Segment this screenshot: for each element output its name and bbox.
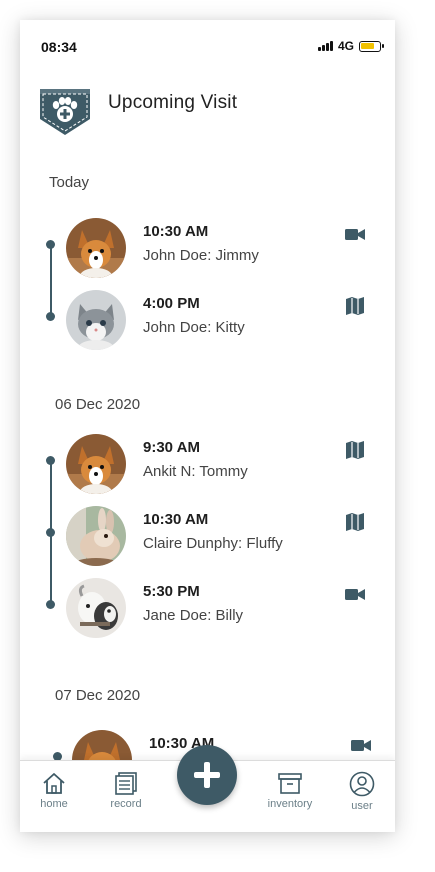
record-icon: [115, 772, 137, 795]
home-icon: [43, 773, 65, 794]
map-icon[interactable]: [344, 440, 366, 459]
appointment-client-pet: John Doe: Kitty: [143, 319, 245, 336]
network-type: 4G: [337, 39, 354, 53]
timeline-dot: [46, 528, 55, 537]
video-camera-icon[interactable]: [350, 736, 372, 754]
appointment-client-pet: Ankit N: Tommy: [143, 463, 248, 480]
video-camera-icon[interactable]: [344, 225, 366, 243]
user-icon: [349, 771, 375, 797]
timeline-dot: [46, 312, 55, 321]
appointment-time: 5:30 PM: [143, 583, 200, 600]
nav-inventory[interactable]: inventory: [264, 771, 316, 810]
video-camera-icon[interactable]: [344, 585, 366, 603]
status-indicators: 4G: [317, 39, 384, 53]
page-title: Upcoming Visit: [108, 92, 238, 113]
nav-record[interactable]: record: [106, 771, 146, 810]
pet-avatar-corgi: [66, 434, 126, 494]
appointment-time: 9:30 AM: [143, 439, 200, 456]
nav-user-label: user: [351, 800, 373, 812]
section-date: 07 Dec 2020: [55, 687, 141, 704]
appointment-time: 4:00 PM: [143, 295, 200, 312]
add-appointment-button[interactable]: [177, 745, 237, 805]
timeline-dot: [46, 240, 55, 249]
status-time: 08:34: [41, 39, 77, 55]
nav-home-label: home: [40, 798, 68, 810]
nav-record-label: record: [110, 798, 142, 810]
appointment-time: 10:30 AM: [143, 511, 209, 528]
pet-avatar-corgi: [66, 218, 126, 278]
appointment-client-pet: Jane Doe: Billy: [143, 607, 244, 624]
appointment-client-pet: John Doe: Jimmy: [143, 247, 259, 264]
signal-icon: [317, 41, 333, 51]
map-icon[interactable]: [344, 512, 366, 531]
nav-home[interactable]: home: [36, 771, 72, 810]
pet-avatar-rabbit: [66, 506, 126, 566]
timeline-line: [50, 244, 52, 317]
timeline-dot: [46, 456, 55, 465]
inventory-box-icon: [278, 773, 302, 794]
appointment-time: 10:30 AM: [143, 223, 209, 240]
section-date-today: Today: [49, 174, 90, 191]
appointment-client-pet: Claire Dunphy: Fluffy: [143, 535, 283, 552]
nav-user[interactable]: user: [344, 771, 380, 812]
paw-medical-pocket-icon: [38, 85, 92, 137]
timeline-dot: [46, 600, 55, 609]
pet-avatar-goat: [66, 578, 126, 638]
section-date: 06 Dec 2020: [55, 396, 141, 413]
status-bar: 08:34 4G: [20, 20, 395, 68]
plus-icon: [194, 762, 220, 788]
pet-avatar-kitten: [66, 290, 126, 350]
nav-inventory-label: inventory: [267, 798, 313, 810]
phone-screen: 08:34 4G Upcoming Visit Today 10:30 AM J…: [20, 20, 395, 832]
battery-icon: [359, 40, 384, 52]
map-icon[interactable]: [344, 296, 366, 315]
